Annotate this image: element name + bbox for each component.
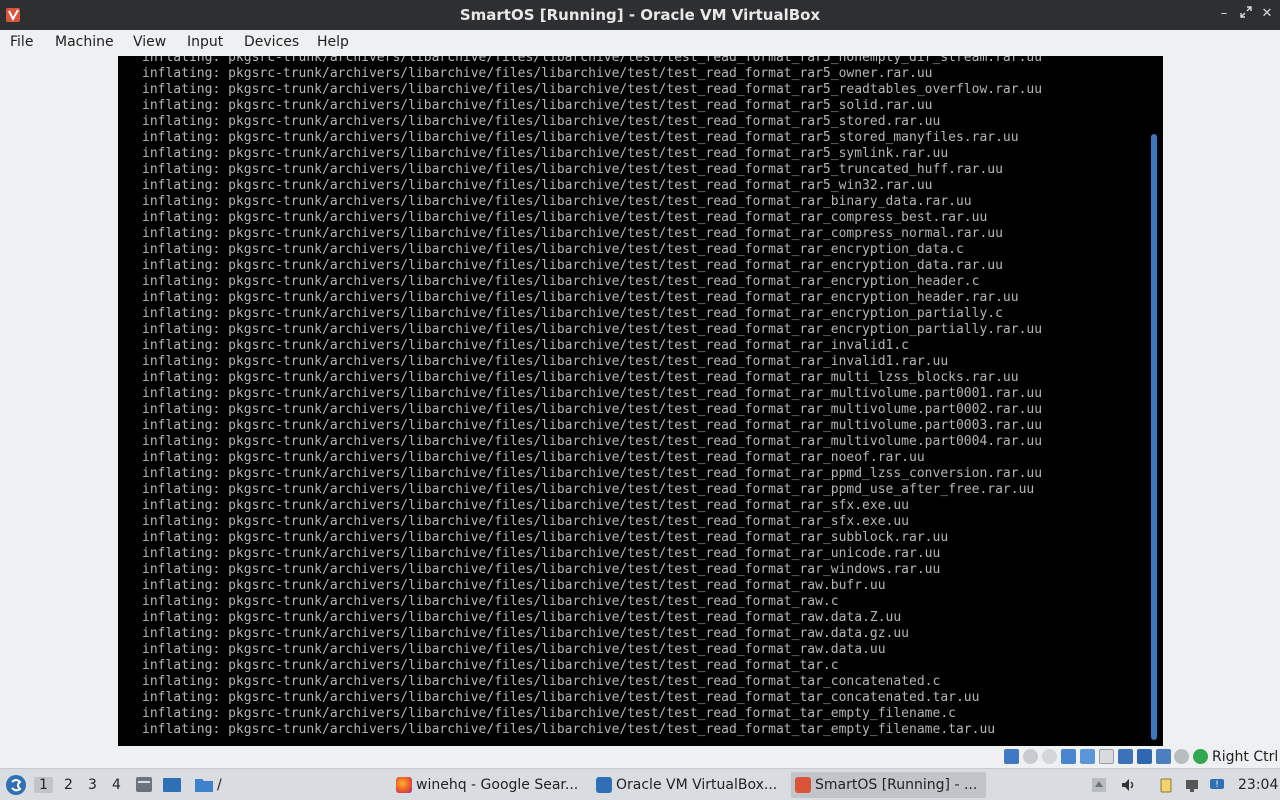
console-line: inflating: pkgsrc-trunk/archivers/libarc… — [142, 642, 886, 657]
console-line: inflating: pkgsrc-trunk/archivers/libarc… — [142, 466, 1043, 481]
console-line: inflating: pkgsrc-trunk/archivers/libarc… — [142, 722, 996, 737]
console-line: inflating: pkgsrc-trunk/archivers/libarc… — [142, 498, 910, 513]
console-line: inflating: pkgsrc-trunk/archivers/libarc… — [142, 674, 941, 689]
clipboard-icon[interactable] — [1158, 777, 1174, 793]
vm-display-area: inflating: pkgsrc-trunk/archivers/libarc… — [0, 56, 1280, 746]
console-line: inflating: pkgsrc-trunk/archivers/libarc… — [142, 450, 925, 465]
console-line: inflating: pkgsrc-trunk/archivers/libarc… — [142, 258, 1003, 273]
console-line: inflating: pkgsrc-trunk/archivers/libarc… — [142, 82, 1043, 97]
task-label: winehq - Google Sear... — [416, 777, 579, 793]
console-line: inflating: pkgsrc-trunk/archivers/libarc… — [142, 66, 933, 81]
minimize-icon[interactable]: – — [1216, 6, 1232, 22]
network-icon[interactable] — [1061, 749, 1076, 764]
console-line: inflating: pkgsrc-trunk/archivers/libarc… — [142, 594, 839, 609]
console-line: inflating: pkgsrc-trunk/archivers/libarc… — [142, 434, 1043, 449]
console-line: inflating: pkgsrc-trunk/archivers/libarc… — [142, 370, 1019, 385]
task-smartos-vm[interactable]: SmartOS [Running] - ... — [791, 772, 986, 798]
menu-view[interactable]: View — [133, 34, 166, 50]
workspace-2[interactable]: 2 — [64, 777, 73, 793]
console-line: inflating: pkgsrc-trunk/archivers/libarc… — [142, 626, 910, 641]
usb-icon[interactable] — [1080, 749, 1095, 764]
vm-icon — [795, 777, 811, 793]
menu-input[interactable]: Input — [187, 34, 223, 50]
cpu-icon[interactable] — [1174, 749, 1189, 764]
console-line: inflating: pkgsrc-trunk/archivers/libarc… — [142, 322, 1043, 337]
task-firefox[interactable]: winehq - Google Sear... — [392, 772, 587, 798]
network-tray-icon[interactable] — [1184, 777, 1200, 793]
console-line: inflating: pkgsrc-trunk/archivers/libarc… — [142, 226, 1003, 241]
mouse-integration-icon[interactable] — [1193, 749, 1208, 764]
recording-icon[interactable] — [1156, 749, 1171, 764]
console-line: inflating: pkgsrc-trunk/archivers/libarc… — [142, 178, 933, 193]
menu-help[interactable]: Help — [317, 34, 349, 50]
console-line: inflating: pkgsrc-trunk/archivers/libarc… — [142, 354, 949, 369]
notification-icon[interactable]: ! — [1209, 777, 1225, 793]
console-output: inflating: pkgsrc-trunk/archivers/libarc… — [142, 56, 1042, 738]
file-manager-icon[interactable] — [135, 776, 153, 793]
console-line: inflating: pkgsrc-trunk/archivers/libarc… — [142, 114, 941, 129]
console-line: inflating: pkgsrc-trunk/archivers/libarc… — [142, 418, 1043, 433]
start-menu-icon[interactable] — [5, 774, 27, 796]
console-line: inflating: pkgsrc-trunk/archivers/libarc… — [142, 130, 1019, 145]
console-line: inflating: pkgsrc-trunk/archivers/libarc… — [142, 210, 988, 225]
console-line: inflating: pkgsrc-trunk/archivers/libarc… — [142, 690, 980, 705]
console-line: inflating: pkgsrc-trunk/archivers/libarc… — [142, 562, 941, 577]
console-line: inflating: pkgsrc-trunk/archivers/libarc… — [142, 386, 1043, 401]
workspace-3[interactable]: 3 — [88, 777, 97, 793]
console-line: inflating: pkgsrc-trunk/archivers/libarc… — [142, 98, 933, 113]
volume-icon[interactable] — [1120, 777, 1136, 793]
console-line: inflating: pkgsrc-trunk/archivers/libarc… — [142, 56, 1043, 65]
window-titlebar[interactable]: SmartOS [Running] - Oracle VM VirtualBox… — [0, 0, 1280, 30]
workspace-1[interactable]: 1 — [34, 777, 53, 793]
console-line: inflating: pkgsrc-trunk/archivers/libarc… — [142, 290, 1019, 305]
taskbar: 1 2 3 4 / winehq - Google Sear... Oracle… — [0, 768, 1280, 800]
virtualbox-icon — [596, 777, 612, 793]
console-line: inflating: pkgsrc-trunk/archivers/libarc… — [142, 610, 902, 625]
clock[interactable]: 23:04 — [1238, 777, 1278, 793]
eject-icon[interactable] — [1091, 777, 1107, 793]
vm-status-bar: Right Ctrl — [0, 746, 1280, 768]
shared-folders-icon[interactable] — [1099, 749, 1114, 764]
vm-console-screen[interactable]: inflating: pkgsrc-trunk/archivers/libarc… — [118, 56, 1163, 746]
firefox-icon — [396, 777, 412, 793]
console-line: inflating: pkgsrc-trunk/archivers/libarc… — [142, 578, 886, 593]
show-desktop-icon[interactable] — [162, 776, 182, 793]
path-label[interactable]: / — [217, 777, 222, 793]
console-line: inflating: pkgsrc-trunk/archivers/libarc… — [142, 402, 1043, 417]
console-line: inflating: pkgsrc-trunk/archivers/libarc… — [142, 274, 980, 289]
workspace-4[interactable]: 4 — [112, 777, 121, 793]
restore-icon[interactable] — [1238, 6, 1254, 22]
close-icon[interactable]: ✕ — [1259, 6, 1275, 22]
menu-machine[interactable]: Machine — [55, 34, 114, 50]
display-icon[interactable] — [1118, 749, 1133, 764]
menubar: File Machine View Input Devices Help — [0, 30, 1280, 56]
optical-drive-icon[interactable] — [1023, 749, 1038, 764]
host-key-label: Right Ctrl — [1212, 749, 1279, 765]
console-scrollbar[interactable] — [1151, 134, 1157, 740]
console-line: inflating: pkgsrc-trunk/archivers/libarc… — [142, 194, 972, 209]
menu-devices[interactable]: Devices — [244, 34, 299, 50]
task-virtualbox-manager[interactable]: Oracle VM VirtualBox... — [592, 772, 787, 798]
menu-file[interactable]: File — [10, 34, 33, 50]
console-line: inflating: pkgsrc-trunk/archivers/libarc… — [142, 306, 1003, 321]
window-title: SmartOS [Running] - Oracle VM VirtualBox — [459, 6, 821, 24]
task-label: SmartOS [Running] - ... — [815, 777, 978, 793]
console-line: inflating: pkgsrc-trunk/archivers/libarc… — [142, 514, 910, 529]
svg-text:!: ! — [1215, 780, 1219, 790]
console-line: inflating: pkgsrc-trunk/archivers/libarc… — [142, 162, 1003, 177]
console-line: inflating: pkgsrc-trunk/archivers/libarc… — [142, 546, 941, 561]
task-label: Oracle VM VirtualBox... — [616, 777, 778, 793]
hard-disk-icon[interactable] — [1004, 749, 1019, 764]
console-line: inflating: pkgsrc-trunk/archivers/libarc… — [142, 658, 839, 673]
video-capture-icon[interactable] — [1137, 749, 1152, 764]
audio-icon[interactable] — [1042, 749, 1057, 764]
folder-icon[interactable] — [194, 776, 214, 793]
console-line: inflating: pkgsrc-trunk/archivers/libarc… — [142, 706, 956, 721]
console-line: inflating: pkgsrc-trunk/archivers/libarc… — [142, 242, 964, 257]
console-line: inflating: pkgsrc-trunk/archivers/libarc… — [142, 530, 949, 545]
console-line: inflating: pkgsrc-trunk/archivers/libarc… — [142, 482, 1035, 497]
console-line: inflating: pkgsrc-trunk/archivers/libarc… — [142, 338, 910, 353]
console-line: inflating: pkgsrc-trunk/archivers/libarc… — [142, 146, 949, 161]
